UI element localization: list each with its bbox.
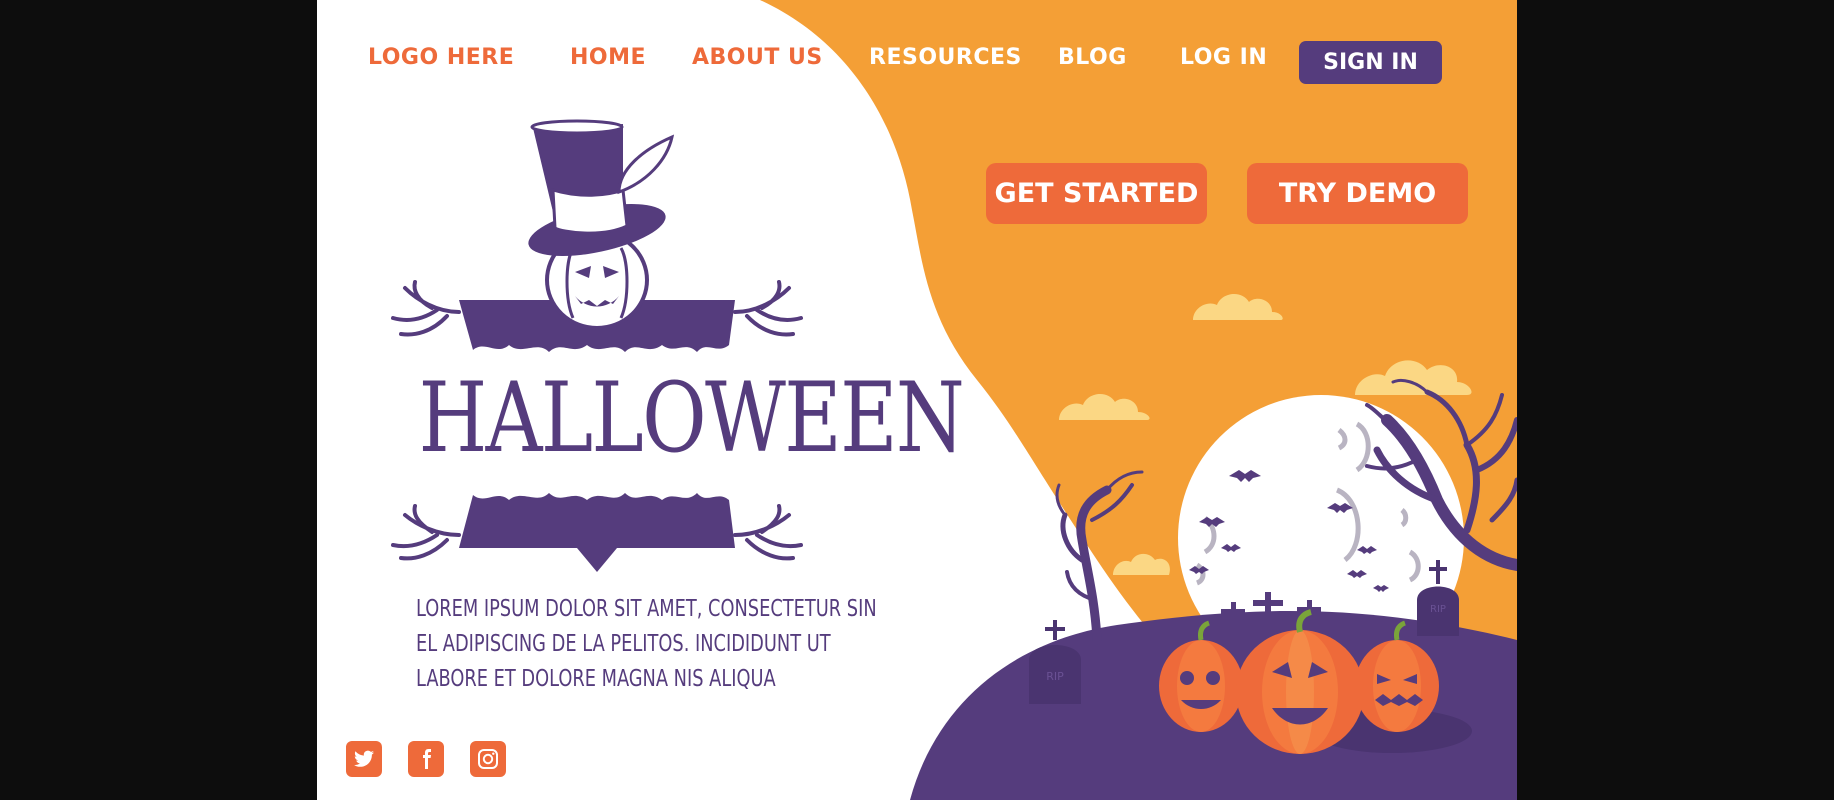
facebook-icon[interactable] — [408, 741, 444, 777]
scarecrow-illustration — [391, 119, 803, 572]
get-started-button[interactable]: GET STARTED — [986, 163, 1207, 224]
try-demo-button[interactable]: TRY DEMO — [1247, 163, 1468, 224]
tombstone-label: RIP — [1046, 670, 1064, 683]
tombstone-label: RIP — [1430, 604, 1446, 615]
hero-description: LOREM IPSUM DOLOR SIT AMET, CONSECTETUR … — [416, 596, 877, 692]
nav-log-in[interactable]: LOG IN — [1180, 45, 1267, 70]
sign-in-button[interactable]: SIGN IN — [1299, 41, 1442, 84]
landing-page: RIP RIP LOGO HERE HOME ABOUT US RESOURCE… — [317, 0, 1517, 800]
nav-blog[interactable]: BLOG — [1058, 45, 1127, 70]
nav-resources[interactable]: RESOURCES — [869, 45, 1022, 70]
logo[interactable]: LOGO HERE — [368, 45, 514, 70]
tombstone-icon: RIP — [1029, 620, 1081, 704]
hero-title: HALLOWEEN — [418, 362, 965, 474]
twitter-icon[interactable] — [346, 741, 382, 777]
instagram-icon[interactable] — [470, 741, 506, 777]
nav-home[interactable]: HOME — [570, 45, 646, 70]
nav-about-us[interactable]: ABOUT US — [692, 45, 823, 70]
